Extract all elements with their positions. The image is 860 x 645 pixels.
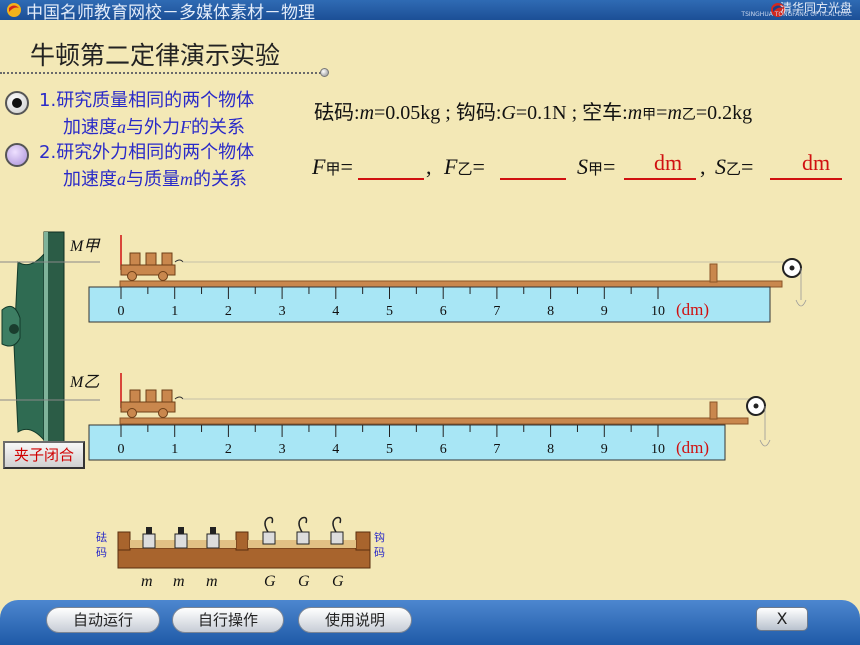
track-1-label: M甲 (69, 238, 101, 255)
weight-label-m-1: m (141, 573, 153, 590)
weight-label-m-2: m (173, 573, 185, 590)
ruler-1 (88, 286, 771, 323)
tray-right-label-2: 码 (374, 546, 385, 559)
hook-weight-1[interactable] (262, 516, 276, 545)
cart-2[interactable] (120, 389, 184, 418)
ruler-tick-label: 2 (225, 442, 232, 457)
ruler-tick-label: 5 (386, 304, 393, 319)
ruler-tick-label: 9 (601, 304, 608, 319)
hook-label-g-2: G (298, 573, 310, 590)
ruler-tick-label: 0 (118, 442, 125, 457)
clamp-icon[interactable] (1, 231, 65, 469)
track-1-rail (119, 280, 783, 288)
weight-label-m-3: m (206, 573, 218, 590)
ruler-tick-label: 2 (225, 304, 232, 319)
ruler-tick-label: 3 (279, 442, 286, 457)
ruler-tick-label: 10 (651, 304, 665, 319)
auto-run-button[interactable]: 自动运行 (46, 607, 160, 633)
hook-label-g-3: G (332, 573, 344, 590)
ruler-tick-label: 9 (601, 442, 608, 457)
ruler-tick-label: 6 (440, 442, 447, 457)
mass-weight-2[interactable] (174, 527, 188, 549)
ruler-tick-label: 3 (279, 304, 286, 319)
close-button[interactable]: X (756, 607, 808, 631)
ruler-2 (88, 424, 726, 461)
ruler-unit-label: (dm) (676, 438, 709, 457)
ruler-tick-label: 6 (440, 304, 447, 319)
track-2-rail (119, 417, 749, 425)
ruler-unit-label: (dm) (676, 300, 709, 319)
mass-weight-1[interactable] (142, 527, 156, 549)
cart-1[interactable] (120, 252, 184, 281)
clip-close-button[interactable]: 夹子闭合 (3, 441, 85, 469)
tray-right-label-1: 钩 (374, 530, 385, 544)
ruler-tick-label: 10 (651, 442, 665, 457)
hook-weight-2[interactable] (296, 516, 310, 545)
ruler-tick-label: 5 (386, 442, 393, 457)
ruler-tick-label: 1 (171, 304, 178, 319)
hook-label-g-1: G (264, 573, 276, 590)
ruler-tick-label: 8 (547, 442, 554, 457)
tray-left-label-2: 码 (96, 546, 107, 559)
ruler-tick-label: 7 (493, 304, 500, 319)
manual-operate-button[interactable]: 自行操作 (172, 607, 284, 633)
ruler-tick-label: 8 (547, 304, 554, 319)
apparatus-scene: M甲 0 1 2 3 4 5 6 7 8 9 10 (dm) M乙 0 1 2 3 4 5 6 7 8 9 10 (dm) (0, 231, 807, 590)
ruler-tick-label: 7 (493, 442, 500, 457)
ruler-tick-label: 4 (332, 304, 339, 319)
track-2-label: M乙 (69, 374, 99, 391)
help-button[interactable]: 使用说明 (298, 607, 412, 633)
ruler-tick-label: 0 (118, 304, 125, 319)
ruler-tick-label: 4 (332, 442, 339, 457)
tray-left-label-1: 砝 (96, 530, 107, 544)
hook-weight-3[interactable] (330, 516, 344, 545)
ruler-tick-label: 1 (171, 442, 178, 457)
mass-weight-3[interactable] (206, 527, 220, 549)
